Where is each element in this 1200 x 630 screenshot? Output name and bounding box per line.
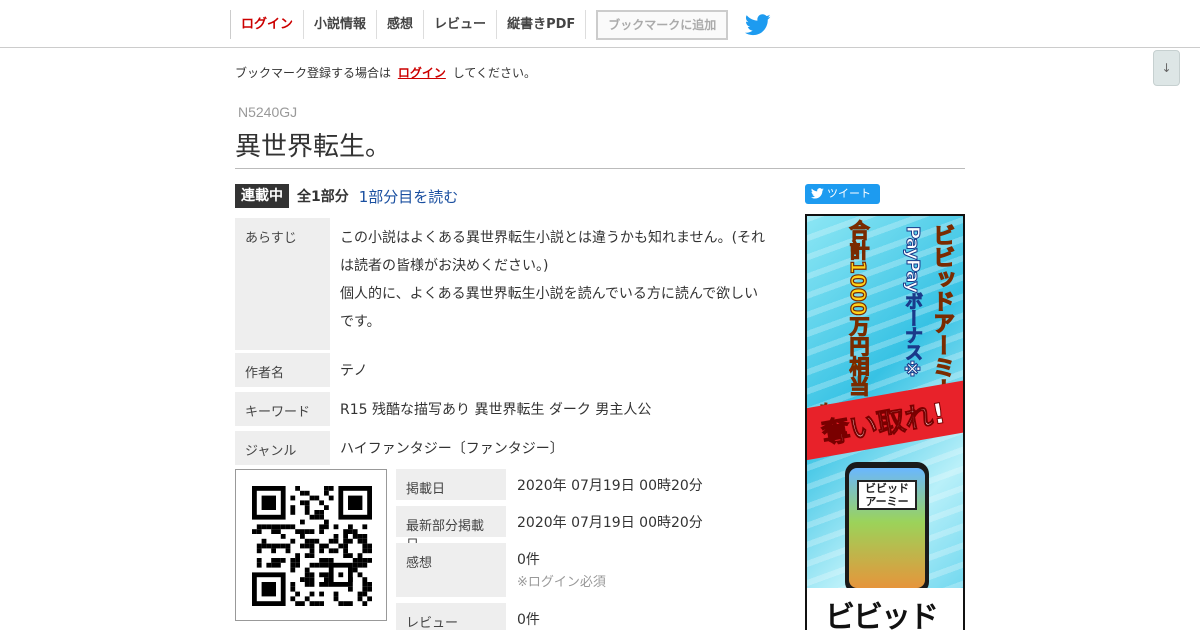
latest-row: 最新部分掲載日 2020年 07月19日 00時20分 [396, 506, 781, 553]
reviews-row: レビュー 0件 [396, 603, 781, 630]
keyword-row: キーワード R15 残酷な描写あり 異世界転生 ダーク 男主人公 [235, 392, 780, 428]
latest-date: 2020年 07月19日 00時20分 [517, 515, 703, 531]
synopsis-text: この小説はよくある異世界転生小説とは違うかも知れません。(それ は読者の皆様がお… [330, 218, 780, 350]
synopsis-line: です。 [340, 314, 381, 330]
twitter-bird-icon[interactable] [745, 13, 771, 36]
ad-game-logo: ビビッド アーミー [857, 480, 917, 510]
ad-phone-screen: ビビッド アーミー [849, 468, 925, 588]
latest-label: 最新部分掲載日 [396, 506, 506, 553]
novel-info-table: あらすじ この小説はよくある異世界転生小説とは違うかも知れません。(それ は読者… [235, 218, 780, 470]
nav-login[interactable]: ログイン [230, 10, 303, 39]
nav-novel-info[interactable]: 小説情報 [303, 10, 376, 39]
synopsis-row: あらすじ この小説はよくある異世界転生小説とは違うかも知れません。(それ は読者… [235, 218, 780, 350]
tweet-button[interactable]: ツイート [805, 184, 880, 204]
qr-code-icon [252, 486, 372, 606]
notice-text-after: してください。 [452, 66, 536, 80]
reviews-count: 0件 [517, 612, 540, 628]
ad-headline: ビビッドアーミー [928, 223, 954, 400]
login-required-note: ※ログイン必須 [517, 575, 606, 590]
ad-subline: PayPayボーナス※ [902, 225, 924, 381]
notice-text-before: ブックマーク登録する場合は [235, 66, 392, 80]
nav-bar: ログイン 小説情報 感想 レビュー 縦書きPDF ブックマークに追加 [230, 9, 771, 40]
status-badge: 連載中 [235, 184, 289, 208]
tweet-label: ツイート [827, 187, 871, 200]
genre-label: ジャンル [235, 431, 330, 465]
synopsis-label: あらすじ [235, 218, 330, 350]
scroll-down-button[interactable]: ↓ [1153, 50, 1180, 86]
novel-meta-table: 掲載日 2020年 07月19日 00時20分 最新部分掲載日 2020年 07… [396, 469, 781, 630]
notice-login-link[interactable]: ログイン [398, 66, 446, 80]
impressions-label: 感想 [396, 543, 506, 597]
author-row: 作者名 テノ [235, 353, 780, 389]
published-row: 掲載日 2020年 07月19日 00時20分 [396, 469, 781, 503]
advertisement-banner[interactable]: ビビッドアーミー PayPayボーナス※ 合計1000万円相当 を 奪い取れ! … [805, 214, 965, 630]
genre-value: ハイファンタジー〔ファンタジー〕 [340, 441, 564, 457]
author-label: 作者名 [235, 353, 330, 387]
add-bookmark-button[interactable]: ブックマークに追加 [596, 9, 729, 40]
novel-code: N5240GJ [238, 104, 298, 120]
synopsis-line: は読者の皆様がお決めください。) [340, 258, 549, 274]
ad-amount: 合計1000万円相当 [845, 219, 870, 396]
title-divider [235, 168, 965, 169]
nav-reviews[interactable]: レビュー [423, 10, 496, 39]
ad-bottom-logo: ビビッド [825, 600, 939, 630]
synopsis-line: 個人的に、よくある異世界転生小説を読んでいる方に読んで欲しい [340, 286, 759, 302]
top-navigation: ログイン 小説情報 感想 レビュー 縦書きPDF ブックマークに追加 [0, 0, 1200, 48]
impressions-count: 0件 [517, 552, 540, 568]
twitter-bird-icon [811, 188, 824, 199]
impressions-row: 感想 0件 ※ログイン必須 [396, 543, 781, 600]
genre-row: ジャンル ハイファンタジー〔ファンタジー〕 [235, 431, 780, 467]
synopsis-line: この小説はよくある異世界転生小説とは違うかも知れません。(それ [340, 230, 766, 246]
part-count: 全1部分 [297, 189, 349, 205]
impressions-cell: 0件 ※ログイン必須 [506, 543, 776, 600]
nav-vertical-pdf[interactable]: 縦書きPDF [496, 10, 587, 39]
status-row: 連載中 全1部分 1部分目を読む [235, 184, 458, 208]
novel-title: 異世界転生。 [235, 132, 392, 162]
author-name: テノ [340, 363, 368, 379]
reviews-label: レビュー [396, 603, 506, 630]
ad-phone-image: ビビッド アーミー [845, 462, 929, 594]
qr-code [235, 469, 387, 621]
read-first-part-link[interactable]: 1部分目を読む [359, 186, 459, 207]
keyword-list: R15 残酷な描写あり 異世界転生 ダーク 男主人公 [340, 402, 652, 418]
published-date: 2020年 07月19日 00時20分 [517, 478, 703, 494]
published-label: 掲載日 [396, 469, 506, 500]
keyword-label: キーワード [235, 392, 330, 426]
bookmark-login-notice: ブックマーク登録する場合は ログイン してください。 [235, 64, 536, 81]
nav-impressions[interactable]: 感想 [376, 10, 423, 39]
